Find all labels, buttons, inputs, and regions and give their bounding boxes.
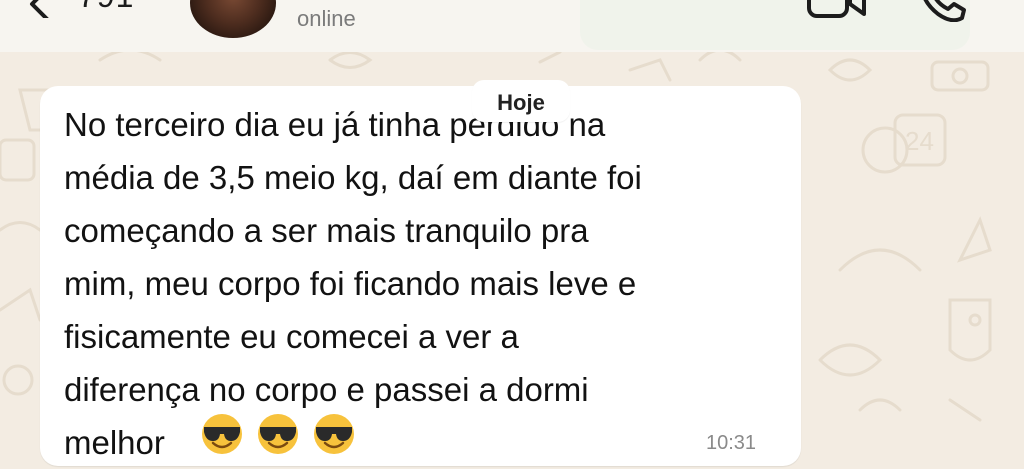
- date-separator-label: Hoje: [497, 90, 545, 115]
- chat-header: 791 online: [0, 0, 1024, 52]
- smiling-face-with-sunglasses-icon: [314, 414, 354, 454]
- smiling-face-with-sunglasses-icon: [258, 414, 298, 454]
- svg-text:24: 24: [905, 126, 934, 156]
- phone-call-icon[interactable]: [918, 0, 968, 22]
- smiling-face-with-sunglasses-icon: [202, 414, 242, 454]
- video-call-icon[interactable]: [806, 0, 868, 20]
- unread-count[interactable]: 791: [78, 0, 134, 15]
- message-text: No terceiro dia eu já tinha perdido na m…: [64, 106, 642, 461]
- back-chevron-icon[interactable]: [22, 0, 62, 18]
- header-highlight: [580, 0, 970, 50]
- date-separator: Hoje: [472, 80, 570, 122]
- message-timestamp: 10:31: [706, 432, 757, 454]
- contact-avatar[interactable]: [190, 0, 276, 38]
- contact-status: online: [297, 6, 356, 31]
